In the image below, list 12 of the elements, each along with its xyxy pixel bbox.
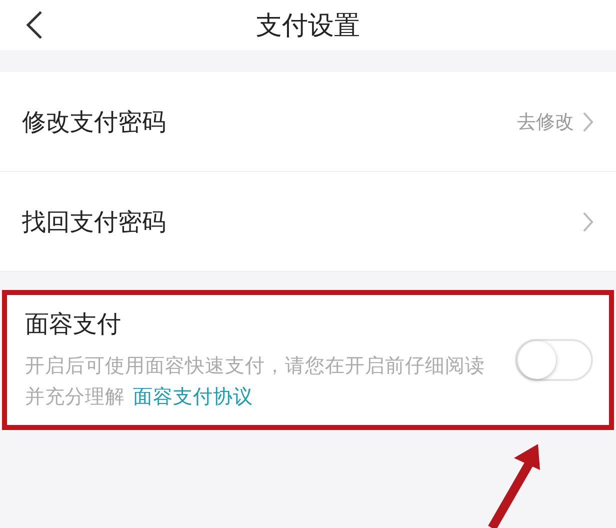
settings-row[interactable]: 修改支付密码 去修改 xyxy=(0,72,616,172)
settings-row[interactable]: 找回支付密码 xyxy=(0,172,616,272)
row-label: 修改支付密码 xyxy=(22,106,167,138)
face-pay-description: 开启后可使用面容快速支付，请您在开启前仔细阅读并充分理解 面容支付协议 xyxy=(25,353,486,410)
chevron-right-icon xyxy=(582,110,594,132)
face-pay-title: 面容支付 xyxy=(25,309,122,340)
chevron-right-icon xyxy=(582,210,594,232)
row-label: 找回支付密码 xyxy=(22,206,167,238)
face-pay-toggle[interactable] xyxy=(515,339,593,381)
row-action: 去修改 xyxy=(517,110,574,134)
back-icon[interactable] xyxy=(24,10,44,40)
page-title: 支付设置 xyxy=(256,10,360,42)
